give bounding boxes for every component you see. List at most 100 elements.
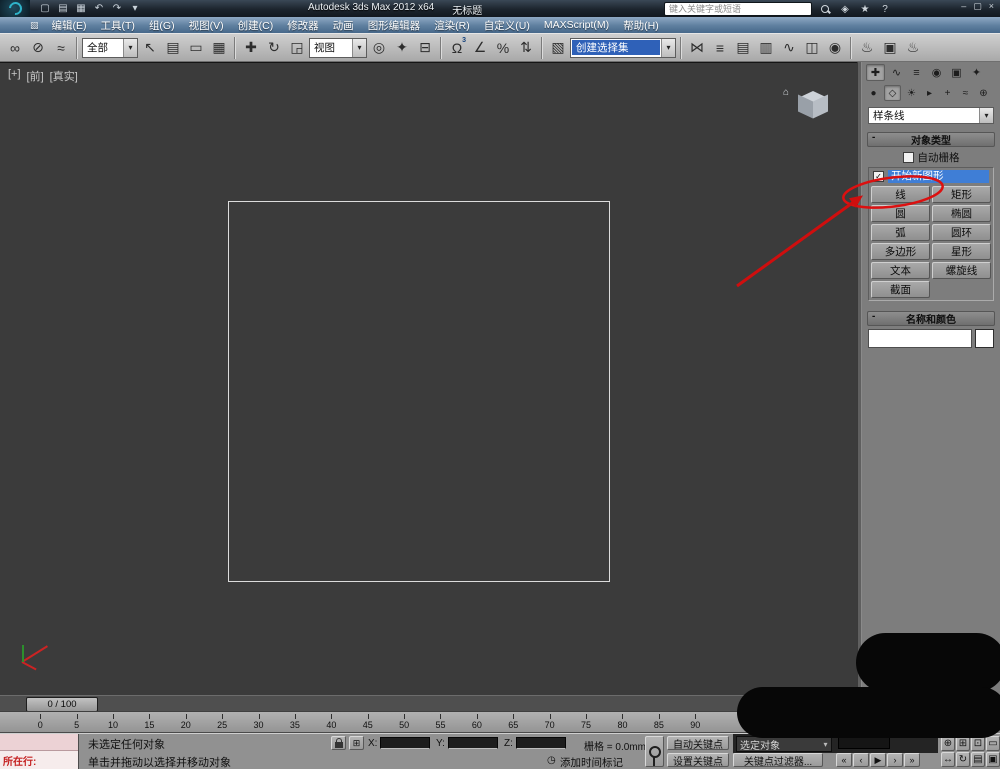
tab-display[interactable]: ▣	[948, 65, 965, 80]
section-button[interactable]: 截面	[871, 281, 930, 298]
rectangular-selection-region-icon[interactable]: ▭	[185, 36, 207, 60]
object-name-field[interactable]	[868, 329, 972, 348]
subtab-geometry[interactable]: ●	[866, 86, 881, 100]
helix-button[interactable]: 螺旋线	[932, 262, 991, 279]
menu-maxscript[interactable]: MAXScript(M)	[537, 19, 616, 31]
spinner-snap-toggle-icon[interactable]: ⇅	[515, 36, 537, 60]
subtab-systems[interactable]: ⊕	[976, 86, 991, 100]
curve-editor-icon[interactable]: ∿	[778, 36, 800, 60]
unlink-selection-icon[interactable]: ⊘	[27, 36, 49, 60]
tab-modify[interactable]: ∿	[888, 65, 905, 80]
x-coordinate-field[interactable]	[380, 737, 430, 749]
listener-input-row[interactable]: 所在行:	[0, 751, 78, 769]
maximize-button[interactable]: ▢	[973, 1, 982, 12]
set-key-button[interactable]: 设置关键点	[667, 753, 729, 767]
select-and-link-icon[interactable]: ∞	[4, 36, 26, 60]
menu-group[interactable]: 组(G)	[142, 18, 182, 33]
go-to-end-button[interactable]: »	[904, 753, 920, 767]
zoom-all-icon[interactable]: ⊞	[956, 736, 970, 751]
tab-motion[interactable]: ◉	[928, 65, 945, 80]
infocenter-search-input[interactable]	[664, 2, 812, 16]
select-and-manipulate-icon[interactable]: ✦	[391, 36, 413, 60]
circle-button[interactable]: 圆	[871, 205, 930, 222]
object-color-swatch[interactable]	[975, 329, 994, 348]
z-coordinate-field[interactable]	[516, 737, 566, 749]
arc-button[interactable]: 弧	[871, 224, 930, 241]
start-new-shape-checkbox[interactable]: ✓	[873, 171, 884, 182]
favorites-icon[interactable]: ★	[858, 3, 872, 16]
application-menu-button[interactable]	[0, 0, 30, 17]
redo-icon[interactable]: ↷	[110, 3, 124, 14]
menu-create[interactable]: 创建(C)	[231, 18, 281, 33]
track-bar[interactable]: 0 5 10 15 20 25 30 35 40 45 50 55 60 65 …	[0, 711, 857, 733]
previous-frame-button[interactable]: ‹	[853, 753, 869, 767]
name-color-rollout-header[interactable]: - 名称和颜色	[867, 311, 995, 326]
object-type-rollout-header[interactable]: - 对象类型	[867, 132, 995, 147]
window-crossing-icon[interactable]: ▦	[208, 36, 230, 60]
menu-customize[interactable]: 自定义(U)	[477, 18, 537, 33]
viewport-general-menu[interactable]: [+]	[8, 68, 21, 84]
schematic-view-icon[interactable]: ◫	[801, 36, 823, 60]
maxscript-mini-listener[interactable]: 所在行:	[0, 734, 79, 769]
auto-key-button[interactable]: 自动关键点	[667, 736, 729, 750]
material-editor-icon[interactable]: ◉	[824, 36, 846, 60]
time-slider-track[interactable]: 0 / 100	[0, 695, 857, 711]
menu-modifiers[interactable]: 修改器	[280, 18, 326, 33]
render-setup-icon[interactable]: ♨	[856, 36, 878, 60]
ribbon-toggle-icon[interactable]: ▥	[755, 36, 777, 60]
layout-icon[interactable]: ▤	[971, 752, 985, 767]
donut-button[interactable]: 圆环	[932, 224, 991, 241]
keyboard-shortcut-override-icon[interactable]: ⊟	[414, 36, 436, 60]
pan-icon[interactable]: ↔	[941, 752, 955, 767]
viewport-front[interactable]: [+] [前] [真实] ⌂	[0, 62, 857, 695]
time-slider-handle[interactable]: 0 / 100	[26, 697, 98, 712]
select-and-rotate-icon[interactable]: ↻	[263, 36, 285, 60]
ngon-button[interactable]: 多边形	[871, 243, 930, 260]
menu-rendering[interactable]: 渲染(R)	[427, 18, 477, 33]
use-pivot-point-center-icon[interactable]: ◎	[368, 36, 390, 60]
viewport-pov-menu[interactable]: [前]	[27, 68, 44, 84]
zoom-extents-icon[interactable]: ⊡	[971, 736, 985, 751]
close-button[interactable]: ×	[989, 1, 994, 12]
viewcube[interactable]: ⌂	[787, 91, 839, 137]
set-keys-button[interactable]	[645, 736, 664, 767]
render-production-icon[interactable]: ♨	[902, 36, 924, 60]
y-coordinate-field[interactable]	[448, 737, 498, 749]
tab-utilities[interactable]: ✦	[968, 65, 985, 80]
menu-graph-editors[interactable]: 图形编辑器	[361, 18, 428, 33]
zoom-icon[interactable]: ⊕	[941, 736, 955, 751]
zoom-region-icon[interactable]: ▭	[986, 736, 1000, 751]
menu-animation[interactable]: 动画	[326, 18, 361, 33]
tab-hierarchy[interactable]: ≡	[908, 65, 925, 80]
absolute-offset-mode-toggle[interactable]: ⊞	[349, 736, 364, 750]
keying-selection-set-dropdown[interactable]: 选定对象 ▾	[736, 736, 832, 752]
workspace-icon[interactable]: ▧	[30, 20, 39, 31]
new-scene-icon[interactable]: ▢	[38, 3, 52, 14]
snap-toggle-3d-icon[interactable]: Ω3	[446, 36, 468, 60]
subtab-helpers[interactable]: +	[940, 86, 955, 100]
menu-edit[interactable]: 编辑(E)	[45, 18, 94, 33]
edit-named-selection-sets-icon[interactable]: ▧	[547, 36, 569, 60]
menu-views[interactable]: 视图(V)	[182, 18, 231, 33]
reference-coordinate-system-dropdown[interactable]: 视图 ▾	[309, 38, 367, 58]
viewcube-home-icon[interactable]: ⌂	[783, 87, 789, 98]
layer-manager-icon[interactable]: ▤	[732, 36, 754, 60]
maximize-viewport-toggle-icon[interactable]: ▣	[986, 752, 1000, 767]
line-button[interactable]: 线	[871, 186, 930, 203]
listener-macro-row[interactable]	[0, 734, 78, 751]
shape-category-dropdown[interactable]: 样条线 ▾	[868, 107, 994, 124]
quick-access-menu-arrow-icon[interactable]: ▾	[128, 3, 142, 14]
communication-center-icon[interactable]: ◈	[838, 3, 852, 16]
add-time-tag[interactable]: 添加时间标记	[560, 755, 623, 769]
rectangle-button[interactable]: 矩形	[932, 186, 991, 203]
menu-tools[interactable]: 工具(T)	[94, 18, 142, 33]
select-object-icon[interactable]: ↖	[139, 36, 161, 60]
minimize-button[interactable]: –	[961, 1, 966, 12]
subtab-cameras[interactable]: ▸	[922, 86, 937, 100]
open-file-icon[interactable]: ▤	[56, 3, 70, 14]
ellipse-button[interactable]: 椭圆	[932, 205, 991, 222]
named-selection-sets-dropdown[interactable]: 创建选择集 ▾	[570, 38, 676, 58]
subtab-space-warps[interactable]: ≈	[958, 86, 973, 100]
selection-lock-toggle[interactable]	[331, 736, 346, 750]
current-frame-field[interactable]	[838, 737, 890, 749]
